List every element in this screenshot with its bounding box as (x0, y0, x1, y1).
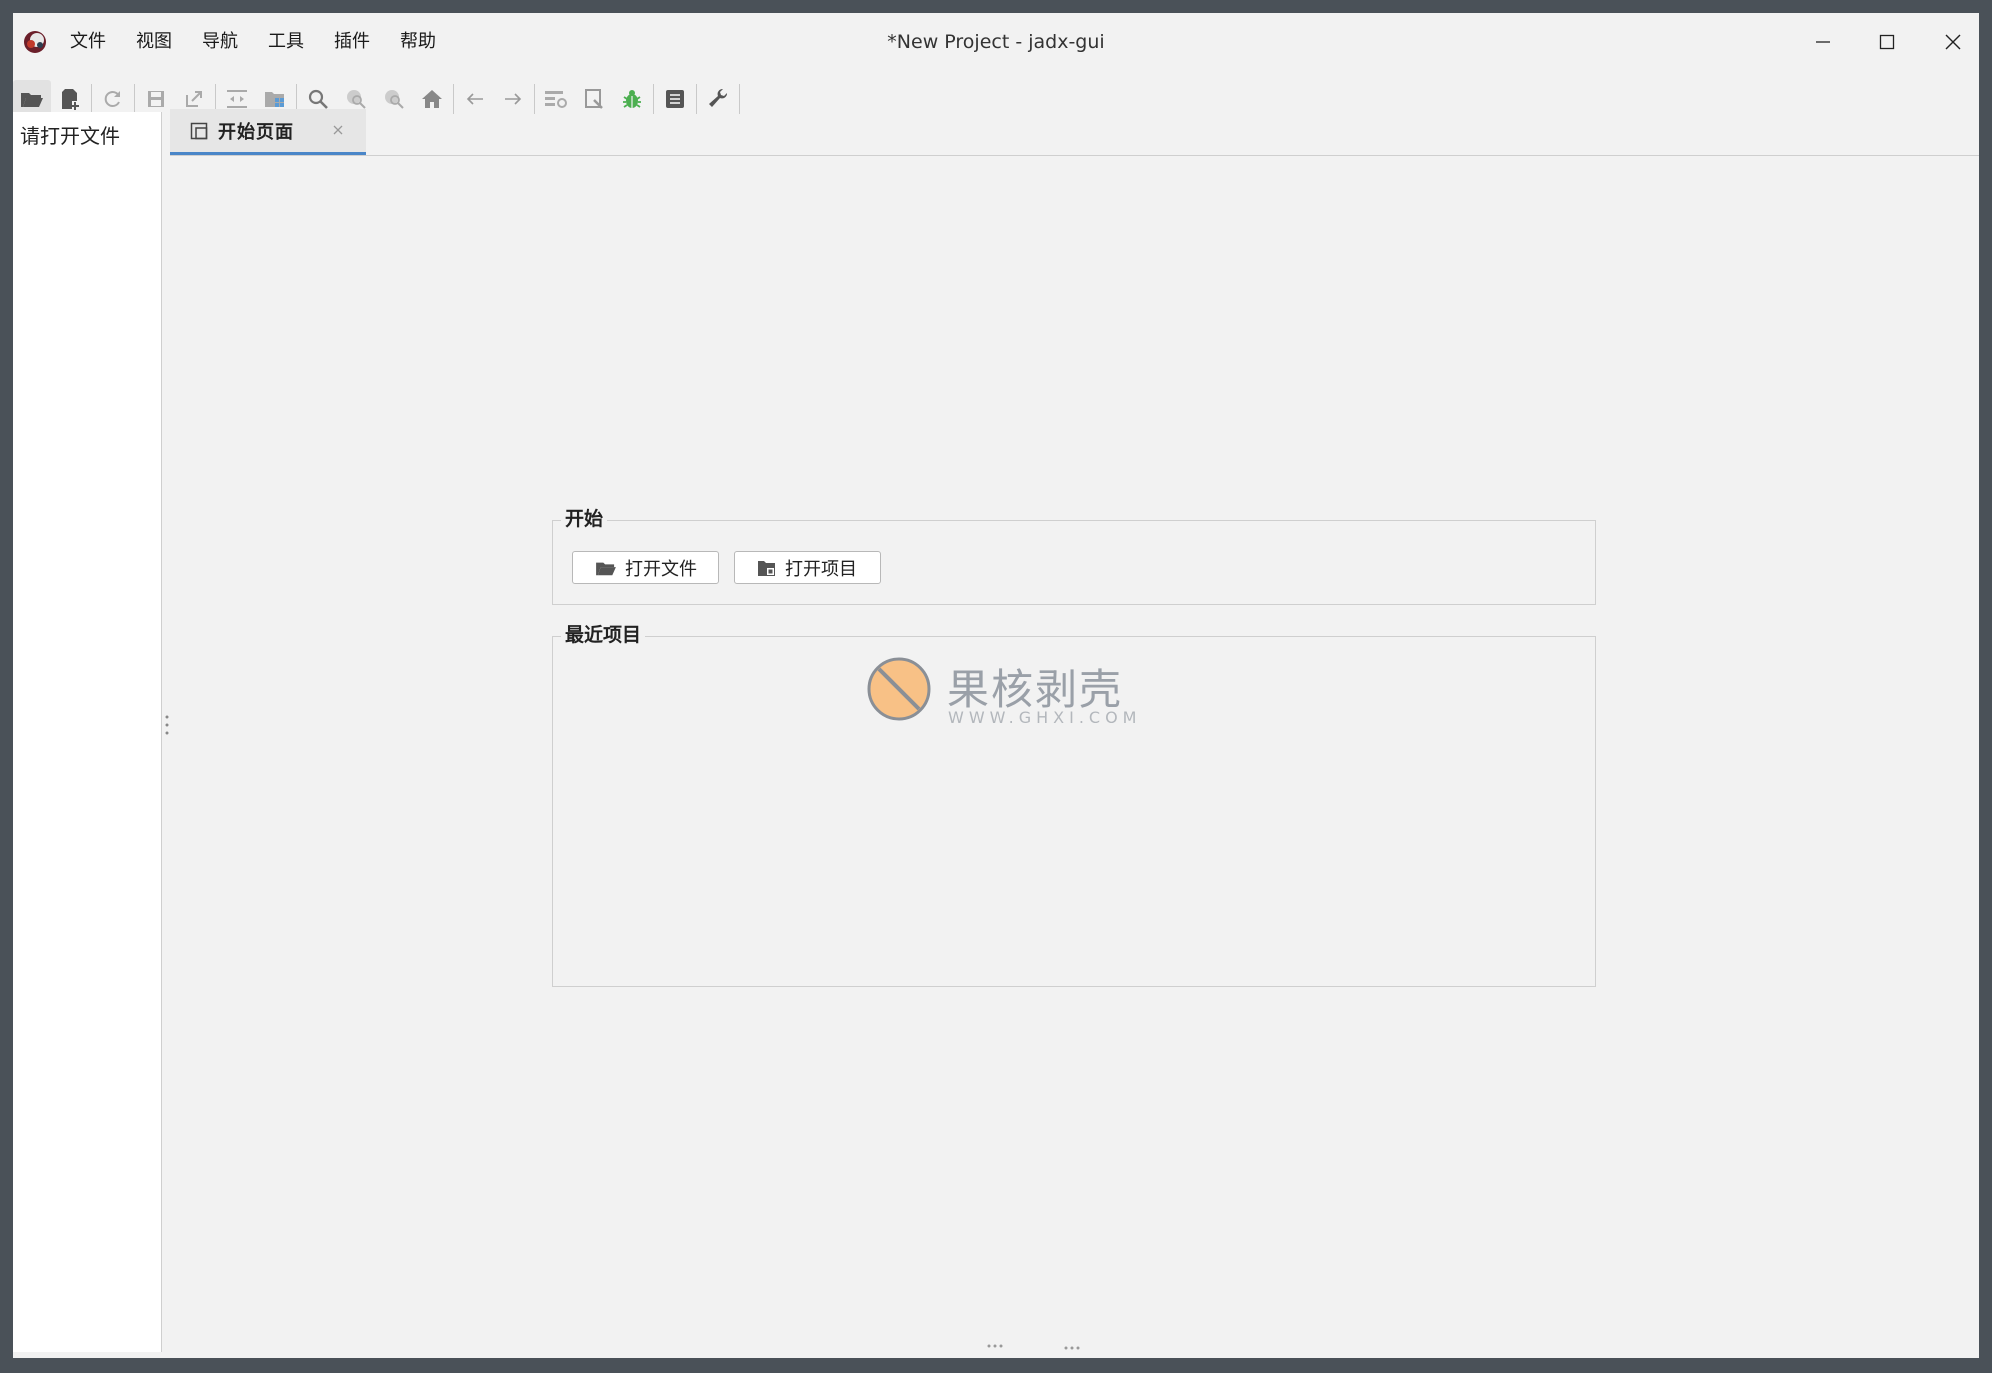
close-window-button[interactable] (1931, 23, 1975, 61)
open-folder-icon (596, 562, 616, 575)
menu-plugins[interactable]: 插件 (334, 27, 370, 57)
minimize-button[interactable] (1801, 23, 1845, 61)
sync-with-editor-icon (227, 90, 247, 108)
flatten-packages-icon (265, 92, 284, 107)
menu-tools[interactable]: 工具 (268, 27, 304, 57)
bookmark-icon (585, 89, 603, 109)
minimize-icon (1816, 41, 1830, 43)
menu-help[interactable]: 帮助 (400, 27, 436, 57)
open-project-button[interactable]: 打开项目 (734, 551, 881, 584)
app-window: 文件 视图 导航 工具 插件 帮助 *New Project - jadx-gu… (13, 13, 1979, 1358)
forward-arrow-icon (505, 93, 522, 105)
splitter-grip-icon[interactable] (164, 713, 170, 737)
tab-label: 开始页面 (218, 121, 294, 143)
back-arrow-icon (466, 93, 483, 105)
open-file-button[interactable]: 打开文件 (572, 551, 719, 584)
tab-start-page[interactable]: 开始页面 (170, 109, 366, 155)
title-bar: 文件 视图 导航 工具 插件 帮助 *New Project - jadx-gu… (13, 13, 1979, 73)
toolbar-separator (91, 84, 92, 114)
open-project-icon (758, 560, 775, 576)
deobfuscation-icon (545, 91, 567, 108)
save-icon (148, 91, 164, 107)
reload-icon (104, 91, 120, 107)
open-file-label: 打开文件 (625, 558, 697, 580)
find-usage-icon (385, 90, 404, 109)
search-icon (308, 89, 328, 109)
menu-bar: 文件 视图 导航 工具 插件 帮助 (70, 27, 466, 57)
log-viewer-icon (666, 90, 684, 108)
tab-close-icon[interactable] (330, 122, 346, 138)
start-group-title: 开始 (561, 504, 608, 531)
find-class-icon (347, 90, 366, 109)
close-icon (1945, 34, 1961, 50)
tree-empty-hint: 请打开文件 (20, 124, 120, 148)
export-icon (186, 91, 202, 107)
home-icon (422, 90, 442, 108)
recent-projects-title: 最近项目 (561, 620, 646, 647)
maximize-button[interactable] (1865, 23, 1909, 61)
bottom-grip-icon[interactable] (1062, 1345, 1082, 1351)
debug-bug-icon (623, 90, 641, 108)
open-project-label: 打开项目 (785, 558, 857, 580)
editor-tab-bar: 开始页面 (170, 109, 1979, 156)
menu-view[interactable]: 视图 (136, 27, 172, 57)
toolbar-separator (134, 84, 135, 114)
add-files-icon (62, 89, 79, 110)
maximize-icon (1879, 34, 1895, 50)
preferences-wrench-icon (709, 88, 728, 107)
jadx-logo-icon (24, 31, 46, 53)
start-group: 开始 打开文件 打开项目 (552, 504, 1596, 605)
open-folder-icon (21, 93, 43, 107)
menu-navigation[interactable]: 导航 (202, 27, 238, 57)
bottom-grip-icon[interactable] (985, 1343, 1005, 1349)
menu-file[interactable]: 文件 (70, 27, 106, 57)
class-tree-panel[interactable]: 请打开文件 (13, 112, 162, 1352)
start-page-icon (190, 122, 208, 139)
recent-projects-group: 最近项目 (552, 620, 1596, 987)
